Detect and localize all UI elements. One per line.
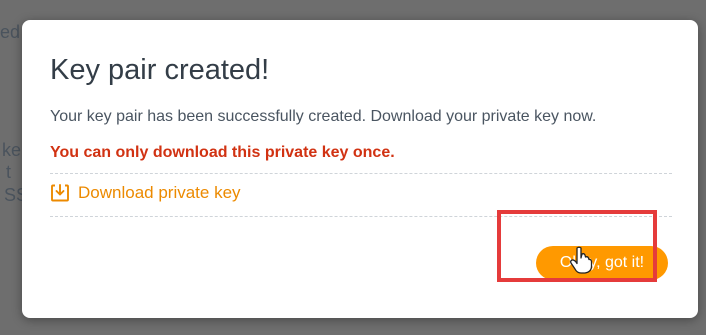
background-text-fragment: ke bbox=[2, 140, 22, 160]
download-once-warning: You can only download this private key o… bbox=[50, 144, 395, 161]
key-pair-created-dialog: Key pair created! Your key pair has been… bbox=[22, 20, 698, 318]
divider bbox=[50, 216, 672, 217]
background-text-fragment: t bbox=[6, 162, 12, 182]
download-icon bbox=[50, 183, 70, 203]
dialog-title: Key pair created! bbox=[50, 54, 270, 86]
dialog-description: Your key pair has been successfully crea… bbox=[50, 108, 597, 125]
divider bbox=[50, 173, 672, 174]
okay-got-it-button[interactable]: Okay, got it! bbox=[536, 246, 668, 280]
download-private-key-link[interactable]: Download private key bbox=[50, 183, 241, 203]
background-text-fragment: ed bbox=[0, 22, 21, 42]
download-private-key-label: Download private key bbox=[78, 183, 241, 202]
